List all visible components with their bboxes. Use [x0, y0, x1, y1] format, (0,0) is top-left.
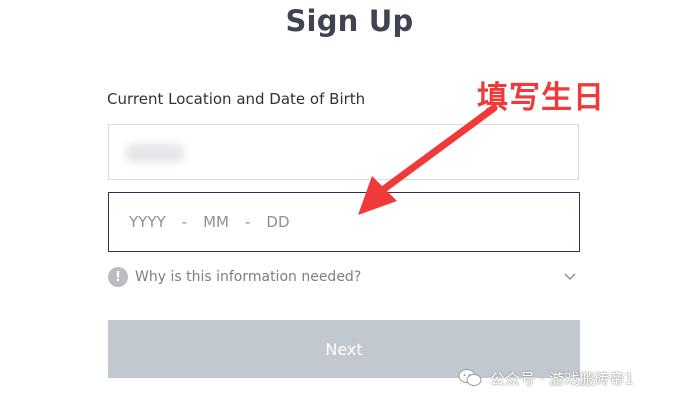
page-title: Sign Up	[285, 4, 414, 38]
info-text: Why is this information needed?	[135, 269, 362, 285]
wechat-icon	[458, 369, 482, 386]
dob-separator: -	[181, 213, 188, 231]
date-of-birth-input[interactable]: YYYY - MM - DD	[108, 192, 580, 252]
watermark-text: 公众号 · 游戏搬砖帝1	[490, 369, 634, 388]
location-dob-label: Current Location and Date of Birth	[107, 90, 366, 108]
location-input[interactable]	[108, 124, 579, 180]
dob-year-placeholder: YYYY	[129, 213, 166, 231]
info-icon: !	[108, 267, 128, 287]
signup-page: Sign Up Current Location and Date of Bir…	[0, 0, 699, 405]
watermark: 公众号 · 游戏搬砖帝1	[458, 366, 634, 390]
chevron-down-icon[interactable]	[564, 270, 576, 282]
annotation-label: 填写生日	[477, 80, 605, 116]
dob-separator: -	[244, 213, 251, 231]
dob-day-placeholder: DD	[266, 213, 290, 231]
blurred-location-value	[125, 143, 185, 163]
info-disclosure[interactable]: ! Why is this information needed?	[108, 266, 580, 288]
dob-month-placeholder: MM	[203, 213, 229, 231]
